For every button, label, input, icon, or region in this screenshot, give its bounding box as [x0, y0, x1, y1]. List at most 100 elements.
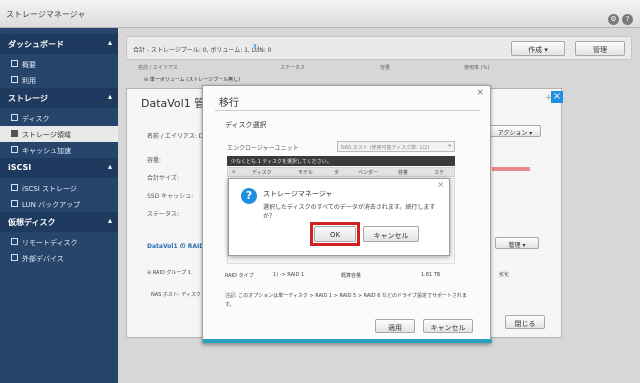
section-label: 仮想ディスク [8, 218, 56, 227]
sidebar-section-dashboard[interactable]: ダッシュボード ▴ [0, 34, 118, 54]
action-label: アクション [497, 130, 528, 137]
main-header: 合計 - ストレージプール: 0, ボリューム: 1, LUN: 0 ↻ 作成 … [126, 36, 632, 60]
collapse-icon: ▴ [107, 92, 112, 101]
usage-icon [11, 76, 18, 83]
manage-dropdown-button[interactable]: 管理 ▾ [495, 237, 539, 249]
cancel-button[interactable]: キャンセル [423, 319, 473, 333]
confirm-message: 選択したディスクのすべてのデータが消去されます。続行しますか？ [263, 204, 436, 220]
collapse-icon: ▴ [107, 38, 112, 47]
collapse-icon: ▴ [107, 162, 112, 171]
sidebar-section-storage[interactable]: ストレージ ▴ [0, 88, 118, 108]
note-text: 注記: このオプションは単一ディスク > RAID 1 > RAID 5 > R… [225, 293, 467, 308]
total-size-label: 合計サイズ: [147, 175, 179, 182]
chevron-down-icon: ▾ [448, 143, 451, 149]
help-icon[interactable]: ? [622, 14, 633, 25]
collapse-icon: ▴ [107, 216, 112, 225]
sidebar-item-overview[interactable]: 概要 [0, 56, 118, 72]
column-model: モデル [298, 170, 314, 176]
column-name: 名前 / エイリアス [138, 65, 178, 71]
disk-icon [11, 114, 18, 121]
section-label: ストレージ [8, 94, 48, 103]
question-icon: ? [241, 188, 257, 204]
sidebar-item-label: キャッシュ加速 [22, 147, 71, 155]
nas-host-row: NAS ホスト: ディスク 1 [151, 292, 206, 298]
capacity-label: 容量: [147, 157, 162, 164]
close-icon[interactable]: × [437, 180, 444, 189]
manage-button[interactable]: 管理 [575, 41, 625, 56]
section-heading: ディスク選択 [225, 121, 267, 129]
confirm-dialog: × ? ストレージマネージャ 選択したディスクのすべてのデータが消去されます。続… [228, 178, 450, 256]
section-label: iSCSI [8, 163, 32, 172]
capacity-value: 1.81 TB [421, 272, 441, 278]
raid-group-row[interactable]: ⊖ RAID グループ 1 [147, 269, 191, 276]
sidebar-item-label: 概要 [22, 61, 36, 69]
select-all-checkbox[interactable]: ▫ [232, 169, 235, 175]
sidebar-item-usage[interactable]: 利用 [0, 72, 118, 88]
external-device-icon [11, 254, 18, 261]
gear-icon[interactable]: ⚙ [608, 14, 619, 25]
cache-icon [11, 146, 18, 153]
raid-type-label: RAID タイプ [225, 273, 254, 279]
sidebar-item-external-device[interactable]: 外部デバイス [0, 250, 118, 266]
column-disk: ディスク [252, 170, 272, 176]
sidebar-item-label: ディスク [22, 115, 50, 123]
sidebar-item-cache[interactable]: キャッシュ加速 [0, 142, 118, 158]
storage-icon [11, 130, 18, 137]
breadcrumb: 合計 - ストレージプール: 0, ボリューム: 1, LUN: 0 [133, 47, 272, 54]
selection-hint: 少なくとも 1 ディスクを選択してください。 [227, 156, 455, 166]
enclosure-label: エンクロージャーユニット [227, 145, 299, 152]
close-icon[interactable]: × [551, 91, 563, 103]
status-label: ステータス: [147, 211, 180, 218]
action-button[interactable]: アクション ▾ [489, 125, 541, 137]
volume-group-row[interactable]: ⊖ 単一ボリューム (ストレージプール無し) [144, 76, 240, 83]
enclosure-select[interactable]: NAS ホスト (使用可能ディスク数: 1/2) ▾ [337, 141, 455, 152]
sidebar-item-label: LUN バックアップ [22, 201, 81, 209]
expand-icon[interactable]: ⊖ [144, 77, 148, 83]
window-title: ストレージマネージャ [6, 10, 86, 19]
sidebar-item-remote-disk[interactable]: リモートディスク [0, 234, 118, 250]
confirm-title: ストレージマネージャ [263, 190, 333, 198]
close-button[interactable]: 閉じる [505, 315, 545, 329]
column-type: タ [334, 170, 340, 176]
section-label: ダッシュボード [8, 40, 64, 49]
title-bar: ストレージマネージャ ⚙ ? [0, 0, 640, 28]
sidebar-section-virtual-disk[interactable]: 仮想ディスク ▴ [0, 212, 118, 232]
enclosure-value: NAS ホスト (使用可能ディスク数: 1/2) [341, 145, 430, 151]
usage-bar [492, 167, 530, 171]
raid-row-label: RAID グループ 1 [152, 270, 191, 276]
create-button[interactable]: 作成 ▾ [511, 41, 565, 56]
column-capacity: 容量 [398, 170, 409, 176]
sidebar-item-label: ストレージ領域 [22, 131, 71, 139]
column-capacity: 容量 [380, 65, 391, 71]
ssd-cache-label: SSD キャッシュ: [147, 193, 194, 200]
remote-disk-icon [11, 238, 18, 245]
capacity-label: 概算容量 [341, 273, 362, 279]
sidebar-item-iscsi-storage[interactable]: iSCSI ストレージ [0, 180, 118, 196]
refresh-icon[interactable]: ↻ [253, 43, 260, 52]
confirm-cancel-button[interactable]: キャンセル [363, 226, 419, 242]
iscsi-icon [11, 184, 18, 191]
column-status: ステータス [280, 65, 306, 71]
ok-button[interactable]: OK [314, 226, 356, 242]
sidebar-item-label: 利用 [22, 77, 36, 85]
sidebar-item-storage-space[interactable]: ストレージ領域 [0, 126, 118, 142]
volume-table-header: 名前 / エイリアス ステータス 容量 使用率 (%) [134, 64, 514, 74]
sidebar: ダッシュボード ▴ 概要 利用 ストレージ ▴ ディスク ストレージ領域 キャッシュ… [0, 28, 118, 383]
sidebar-item-lun-backup[interactable]: LUN バックアップ [0, 196, 118, 212]
sidebar-section-iscsi[interactable]: iSCSI ▴ [0, 158, 118, 178]
dialog-title: 移行 [219, 98, 239, 109]
manage-label: 管理 [508, 242, 521, 249]
row-label: 単一ボリューム (ストレージプール無し) [149, 77, 241, 83]
sidebar-item-label: 外部デバイス [22, 255, 64, 263]
column-vendor: ベンダー [358, 170, 379, 176]
accent-bar [203, 339, 492, 343]
overview-icon [11, 60, 18, 67]
close-icon[interactable]: × [476, 88, 484, 98]
backup-icon [11, 200, 18, 207]
raid-type-value: 1) -> RAID 1 [273, 272, 305, 278]
disk-table-header: ▫ ディスク モデル タ ベンダー 容量 ステ [227, 167, 455, 177]
sidebar-item-label: iSCSI ストレージ [22, 185, 77, 193]
column-status: ステ [434, 170, 445, 176]
sidebar-item-disks[interactable]: ディスク [0, 110, 118, 126]
apply-button[interactable]: 適用 [375, 319, 415, 333]
